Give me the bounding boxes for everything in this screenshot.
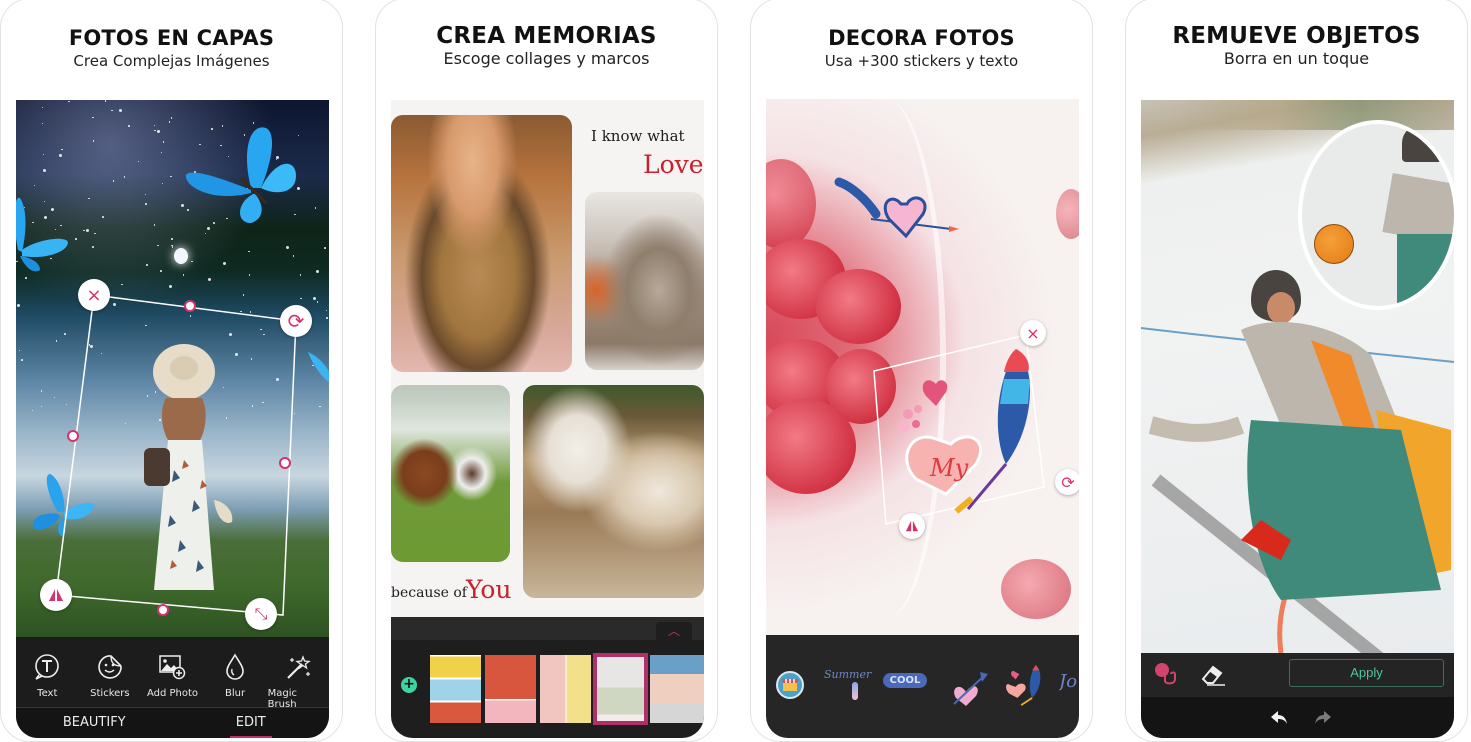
undo-icon[interactable] xyxy=(1269,708,1289,726)
tool-magic-brush[interactable]: Magic Brush xyxy=(268,653,328,710)
magnifier-preview xyxy=(1298,120,1454,310)
collage-text-you[interactable]: You xyxy=(466,575,511,604)
flip-sticker-button[interactable] xyxy=(899,513,925,539)
blur-drop-icon xyxy=(226,653,244,680)
card-title: REMUEVE OBJETOS xyxy=(1172,23,1421,49)
editor-toolbar: Text Stickers Add Photo Blur Magic Brush xyxy=(16,637,329,710)
card-heading: DECORA FOTOS Usa +300 stickers y texto xyxy=(751,25,1092,71)
my-feather-sticker-thumb[interactable] xyxy=(1001,663,1045,707)
flip-icon xyxy=(49,588,63,602)
phone-screen-sticker-editor: My × ⟳ Summer COOL Jo xyxy=(766,99,1079,738)
my-feather-sticker[interactable]: My xyxy=(896,344,1041,519)
feature-card-collage: CREA MEMORIAS Escoge collages y marcos I… xyxy=(375,0,718,742)
tool-text[interactable]: Text xyxy=(17,653,77,699)
tool-blur[interactable]: Blur xyxy=(205,653,265,699)
summer-sticker[interactable]: Summer xyxy=(824,663,871,707)
store-icon xyxy=(782,679,798,691)
woman-crouching-photo xyxy=(1148,270,1451,600)
rotate-layer-button[interactable]: ⟳ xyxy=(280,305,312,337)
card-title: FOTOS EN CAPAS xyxy=(68,26,275,50)
edge-handle-bottom[interactable] xyxy=(157,604,169,616)
layout-thumbnail[interactable] xyxy=(485,655,536,723)
history-nav xyxy=(1141,697,1454,738)
delete-sticker-button[interactable]: × xyxy=(1020,320,1046,346)
collage-cell-cats-cuddling[interactable] xyxy=(523,385,704,598)
add-layout-button[interactable]: + xyxy=(401,677,417,693)
flip-layer-button[interactable] xyxy=(40,579,72,611)
svg-text:My: My xyxy=(929,454,969,482)
apply-button[interactable]: Apply xyxy=(1289,659,1444,687)
joy-sticker[interactable]: Jo xyxy=(1059,671,1079,715)
card-subtitle: Borra en un toque xyxy=(1223,49,1370,68)
heart-arrow-sticker[interactable] xyxy=(831,174,966,259)
tab-edit[interactable]: EDIT xyxy=(173,708,330,738)
sticker-store-button[interactable] xyxy=(776,671,804,699)
mode-tabs: BEAUTIFY EDIT xyxy=(16,707,329,738)
collage-text-love[interactable]: Love xyxy=(643,150,704,179)
edge-handle-top[interactable] xyxy=(184,300,196,312)
resize-layer-button[interactable]: ⤡ xyxy=(245,598,277,630)
add-photo-icon xyxy=(159,655,186,680)
restore-brush-icon[interactable] xyxy=(1153,661,1181,687)
phone-screen-remove-tool: Apply xyxy=(1141,100,1454,738)
rotate-sticker-button[interactable]: ⟳ xyxy=(1055,469,1079,495)
remove-toolbar: Apply xyxy=(1141,653,1454,697)
tool-label: Blur xyxy=(225,688,246,699)
feature-card-layers: FOTOS EN CAPAS Crea Complejas Imágenes ×… xyxy=(0,0,343,742)
collage-text-because-of[interactable]: because of xyxy=(391,585,467,601)
eraser-icon[interactable] xyxy=(1199,661,1227,687)
expand-panel-button[interactable]: ︿ xyxy=(656,622,692,640)
raspberries-photo[interactable]: My × ⟳ xyxy=(766,99,1079,635)
layout-thumbnail-selected[interactable] xyxy=(593,653,648,725)
edge-handle-right[interactable] xyxy=(279,457,291,469)
layered-photo-canvas[interactable]: × ⟳ ⤡ xyxy=(16,100,329,637)
heart-arrow-sticker-thumb[interactable] xyxy=(946,668,990,712)
card-heading: REMUEVE OBJETOS Borra en un toque xyxy=(1126,23,1467,69)
sticker-smiley-icon xyxy=(98,655,122,679)
text-bubble-icon xyxy=(35,654,60,680)
delete-layer-button[interactable]: × xyxy=(78,279,110,311)
card-title: DECORA FOTOS xyxy=(828,26,1015,50)
tool-label: Text xyxy=(37,688,58,699)
card-title: CREA MEMORIAS xyxy=(436,23,657,49)
tool-stickers[interactable]: Stickers xyxy=(80,653,140,699)
edge-handle-left[interactable] xyxy=(67,430,79,442)
cool-sticker[interactable]: COOL xyxy=(883,673,927,717)
layout-thumbnail[interactable] xyxy=(540,655,591,723)
collage-cell-cat[interactable] xyxy=(585,192,704,370)
collage-cell-dog-woman[interactable] xyxy=(391,115,572,372)
magic-wand-icon xyxy=(286,655,311,679)
layout-thumbnail[interactable] xyxy=(430,655,481,723)
tool-label: Stickers xyxy=(90,688,130,699)
card-heading: FOTOS EN CAPAS Crea Complejas Imágenes xyxy=(1,25,342,71)
phone-screen-editor: × ⟳ ⤡ Text Stickers Add Photo Blur Magic… xyxy=(16,100,329,738)
sticker-tray: Summer COOL Jo xyxy=(766,635,1079,738)
card-heading: CREA MEMORIAS Escoge collages y marcos xyxy=(376,23,717,69)
phone-screen-collage: I know what Love because of You ︿ + xyxy=(391,100,704,738)
flip-icon xyxy=(905,520,919,532)
card-subtitle: Crea Complejas Imágenes xyxy=(73,52,270,70)
collage-cell-dogs-running[interactable] xyxy=(391,385,510,562)
tool-add-photo[interactable]: Add Photo xyxy=(142,653,202,699)
collage-text-i-know-what[interactable]: I know what xyxy=(591,127,685,145)
fashion-photo-canvas[interactable] xyxy=(1141,100,1454,653)
layout-picker-panel: ︿ + xyxy=(391,617,704,738)
card-subtitle: Escoge collages y marcos xyxy=(443,49,650,68)
card-subtitle: Usa +300 stickers y texto xyxy=(824,52,1019,70)
tab-beautify[interactable]: BEAUTIFY xyxy=(16,708,173,738)
selection-frame xyxy=(55,294,297,616)
feature-card-stickers: DECORA FOTOS Usa +300 stickers y texto M… xyxy=(750,0,1093,742)
feature-card-remove-objects: REMUEVE OBJETOS Borra en un toque Apply xyxy=(1125,0,1468,742)
redo-icon[interactable] xyxy=(1313,708,1333,726)
layout-thumbnail[interactable] xyxy=(650,655,704,723)
tool-label: Add Photo xyxy=(146,688,199,699)
